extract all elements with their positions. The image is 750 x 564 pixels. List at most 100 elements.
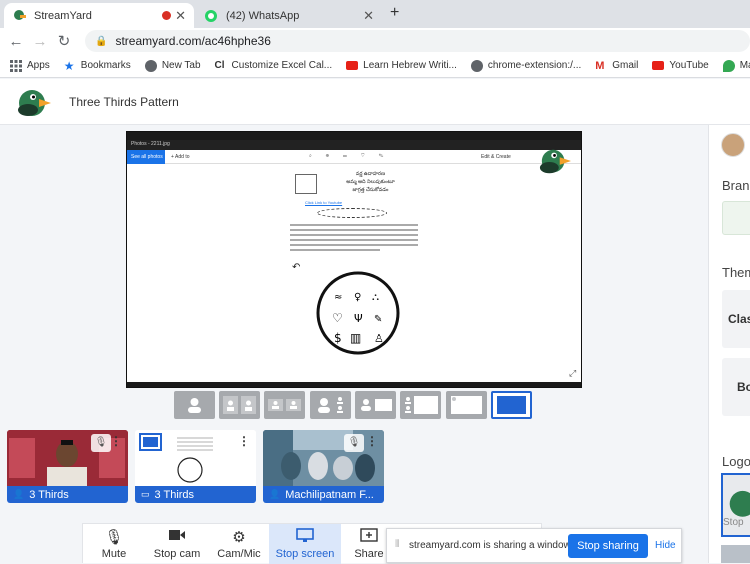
whatsapp-icon (204, 9, 218, 23)
layout-cropped-button[interactable] (219, 391, 260, 419)
monitor-icon (269, 528, 341, 548)
address-bar[interactable]: 🔒 streamyard.com/ac46hphe36 (85, 30, 750, 52)
viewer-tools-icons[interactable]: ⌕⊕▭♡✎ (309, 153, 397, 159)
participant-name: Machilipatnam F... (285, 488, 374, 501)
bookmark-maps[interactable]: Maps (722, 59, 750, 72)
doc-line: జాగ్రత్త చేసుకోవడం (352, 187, 389, 193)
doc-oval-banner (317, 208, 387, 218)
right-settings-panel: Brand Themes Classic Bold Logo Stop (708, 125, 750, 563)
stop-cam-button[interactable]: Stop cam (145, 524, 209, 564)
logo-thumbnail-2[interactable] (721, 545, 750, 563)
layout-side-screen-button[interactable] (355, 391, 396, 419)
url-text: streamyard.com/ac46hphe36 (115, 34, 271, 48)
bookmark-gmail[interactable]: M Gmail (595, 60, 638, 72)
microphone-icon: 🎙 (104, 529, 124, 546)
participant-card[interactable]: ⋮ ▭ 3 Thirds (135, 430, 256, 503)
back-arrow-icon[interactable]: ← (4, 33, 28, 50)
edit-create-button[interactable]: Edit & Create (481, 154, 511, 160)
bookmark-label: Bookmarks (80, 60, 131, 71)
microphone-icon[interactable]: 🎙 (91, 434, 111, 452)
streamyard-duck-icon (12, 9, 26, 23)
svg-text:♀: ♀ (354, 292, 361, 303)
bookmark-bookmarks[interactable]: ★ Bookmarks (64, 60, 131, 72)
hide-button[interactable]: Hide (655, 540, 676, 551)
stop-screen-button[interactable]: Stop screen (269, 524, 341, 564)
forward-arrow-icon[interactable]: → (28, 33, 52, 50)
photo-viewer-toolbar: See all photos + Add to ⌕⊕▭♡✎ Edit & Cre… (127, 150, 581, 164)
document-heading: వర్ణ ఉదాహరణ అమ్మ ఆది నిలుపుకుంటూ జాగ్రత్… (323, 170, 418, 194)
bookmark-label: chrome-extension:/... (487, 60, 582, 71)
tab-title: (42) WhatsApp (226, 9, 300, 22)
control-label: Mute (101, 548, 127, 560)
doc-link: Click Link to Youtube (305, 200, 343, 205)
bookmark-new-tab[interactable]: New Tab (144, 59, 201, 72)
layout-group-button[interactable] (264, 391, 305, 419)
new-tab-button[interactable]: + (390, 4, 399, 22)
reload-icon[interactable]: ↻ (52, 32, 76, 50)
app-header: Three Thirds Pattern (0, 79, 750, 125)
bookmark-youtube[interactable]: YouTube (652, 60, 709, 71)
brand-heading: Brand (722, 178, 750, 193)
broadcast-stage[interactable]: Photos - 2211.jpg See all photos + Add t… (126, 131, 582, 388)
svg-text:Ψ: Ψ (354, 312, 363, 325)
theme-classic-option[interactable]: Classic (722, 290, 750, 348)
svg-text:$: $ (334, 331, 342, 345)
layout-fullscreen-button[interactable] (491, 391, 532, 419)
doc-line: వర్ణ ఉదాహరణ (355, 171, 386, 177)
add-to-button[interactable]: + Add to (171, 154, 190, 160)
layout-leader-button[interactable] (310, 391, 351, 419)
document-paragraph (290, 223, 418, 257)
close-tab-icon[interactable]: ✕ (175, 8, 186, 24)
close-tab-icon[interactable]: ✕ (363, 8, 374, 24)
stop-sharing-button[interactable]: Stop sharing (568, 534, 648, 558)
person-icon: 👤 (269, 489, 281, 499)
browser-tab-strip: StreamYard ✕ (42) WhatsApp ✕ + (0, 0, 750, 28)
themes-heading: Themes (722, 265, 750, 280)
avatar[interactable] (721, 133, 745, 157)
tab-whatsapp[interactable]: (42) WhatsApp ✕ (196, 3, 382, 28)
globe-icon (470, 59, 483, 72)
participant-card[interactable]: 🎙 ⋮ 👤 Machilipatnam F... (263, 430, 384, 503)
stage-bottom-bar (127, 382, 581, 387)
svg-text:♡: ♡ (332, 311, 343, 325)
bookmark-label: YouTube (669, 60, 709, 71)
expand-icon[interactable]: ⤢ (569, 368, 576, 379)
bookmark-label: Customize Excel Cal... (231, 60, 333, 71)
microphone-icon[interactable]: 🎙 (344, 434, 364, 452)
document-logo-icon (295, 174, 317, 194)
camera-icon (145, 528, 209, 548)
bookmark-chrome-extension[interactable]: chrome-extension:/... (470, 59, 582, 72)
theme-bold-option[interactable]: Bold (722, 358, 750, 416)
mute-button[interactable]: 🎙 Mute (83, 524, 145, 564)
more-options-icon[interactable]: ⋮ (110, 434, 122, 448)
cam-mic-settings-button[interactable]: ⚙ Cam/Mic (209, 524, 269, 564)
svg-text:✎: ✎ (374, 314, 382, 325)
arrow-scribble-icon: ↶ (292, 262, 301, 273)
bookmark-label: Gmail (612, 60, 639, 71)
brand-selector[interactable] (722, 201, 750, 235)
apps-grid-icon (10, 59, 22, 72)
photo-viewer-titlebar: Photos - 2211.jpg (127, 140, 581, 150)
bookmark-customize-excel[interactable]: Cl Customize Excel Cal... (215, 60, 333, 72)
bookmark-learn-hebrew[interactable]: Learn Hebrew Writi... (346, 60, 457, 71)
layout-screen-small-cam-button[interactable] (446, 391, 487, 419)
more-options-icon[interactable]: ⋮ (366, 434, 378, 448)
svg-text:≈: ≈ (334, 292, 342, 303)
bookmark-label: Maps (739, 60, 750, 71)
streamyard-logo-icon[interactable] (17, 86, 51, 118)
layout-screen-side-button[interactable] (400, 391, 441, 419)
svg-text:⛬: ⛬ (372, 292, 379, 303)
participant-card[interactable]: 🎙 ⋮ 👤 3 Thirds (7, 430, 128, 503)
more-options-icon[interactable]: ⋮ (238, 434, 250, 448)
gmail-icon: M (595, 59, 605, 72)
see-all-photos-button[interactable]: See all photos (127, 150, 165, 164)
logo-caption: Stop (723, 517, 744, 528)
participant-name: 3 Thirds (29, 488, 69, 501)
drag-handle-icon[interactable]: ⦀ (395, 539, 399, 550)
theme-label: Bold (737, 380, 750, 394)
logo-thumbnail[interactable]: Stop (721, 473, 750, 537)
bookmark-apps[interactable]: Apps (10, 59, 50, 72)
svg-text:♙: ♙ (374, 332, 384, 345)
layout-solo-button[interactable] (174, 391, 215, 419)
tab-streamyard[interactable]: StreamYard ✕ (4, 3, 194, 28)
